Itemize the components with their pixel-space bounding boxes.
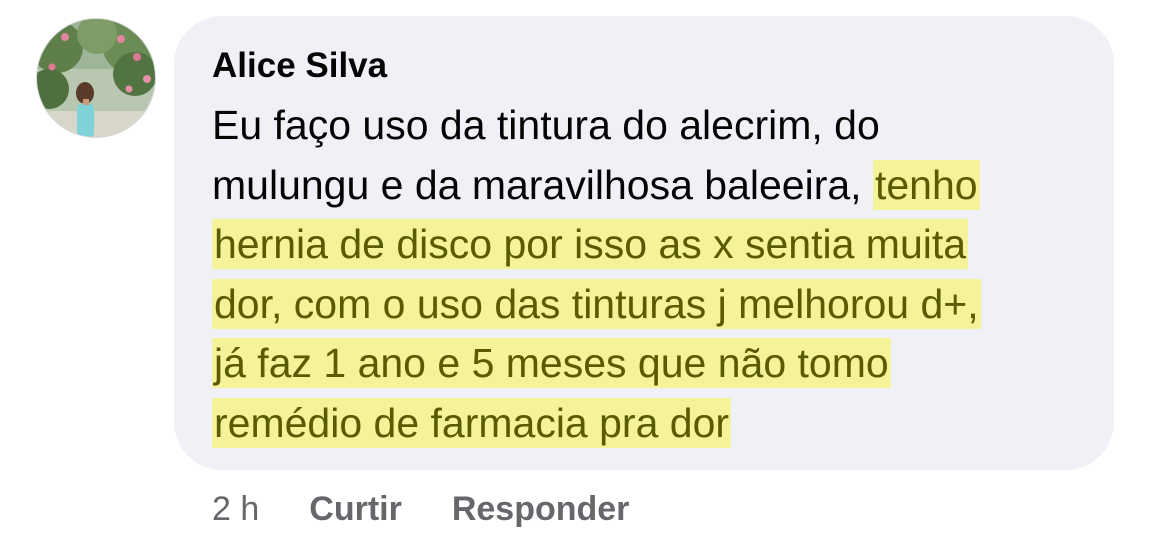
comment-item: Alice Silva Eu faço uso da tintura do al… xyxy=(0,0,1170,552)
highlighted-text: hernia de disco por isso as x sentia mui… xyxy=(212,219,969,269)
like-button[interactable]: Curtir xyxy=(309,490,402,529)
comment-text-line: Eu faço uso da tintura do alecrim, do xyxy=(212,102,880,148)
comment-text-line: mulungu e da maravilhosa baleeira, xyxy=(212,161,873,208)
comment-bubble: Alice Silva Eu faço uso da tintura do al… xyxy=(174,16,1114,470)
avatar-photo xyxy=(37,19,155,137)
highlighted-text: já faz 1 ano e 5 meses que não tomo xyxy=(212,338,891,388)
comment-actions: 2 h Curtir Responder xyxy=(212,484,629,534)
highlighted-text: remédio de farmacia pra dor xyxy=(212,397,732,448)
avatar[interactable] xyxy=(36,18,156,138)
comment-timestamp[interactable]: 2 h xyxy=(212,490,259,529)
highlighted-text: dor, com o uso das tinturas j melhorou d… xyxy=(212,278,981,329)
comment-text: Eu faço uso da tintura do alecrim, do mu… xyxy=(212,96,1084,453)
highlighted-text: tenho xyxy=(872,159,980,210)
reply-button[interactable]: Responder xyxy=(452,490,630,529)
comment-author-name[interactable]: Alice Silva xyxy=(212,42,1084,90)
